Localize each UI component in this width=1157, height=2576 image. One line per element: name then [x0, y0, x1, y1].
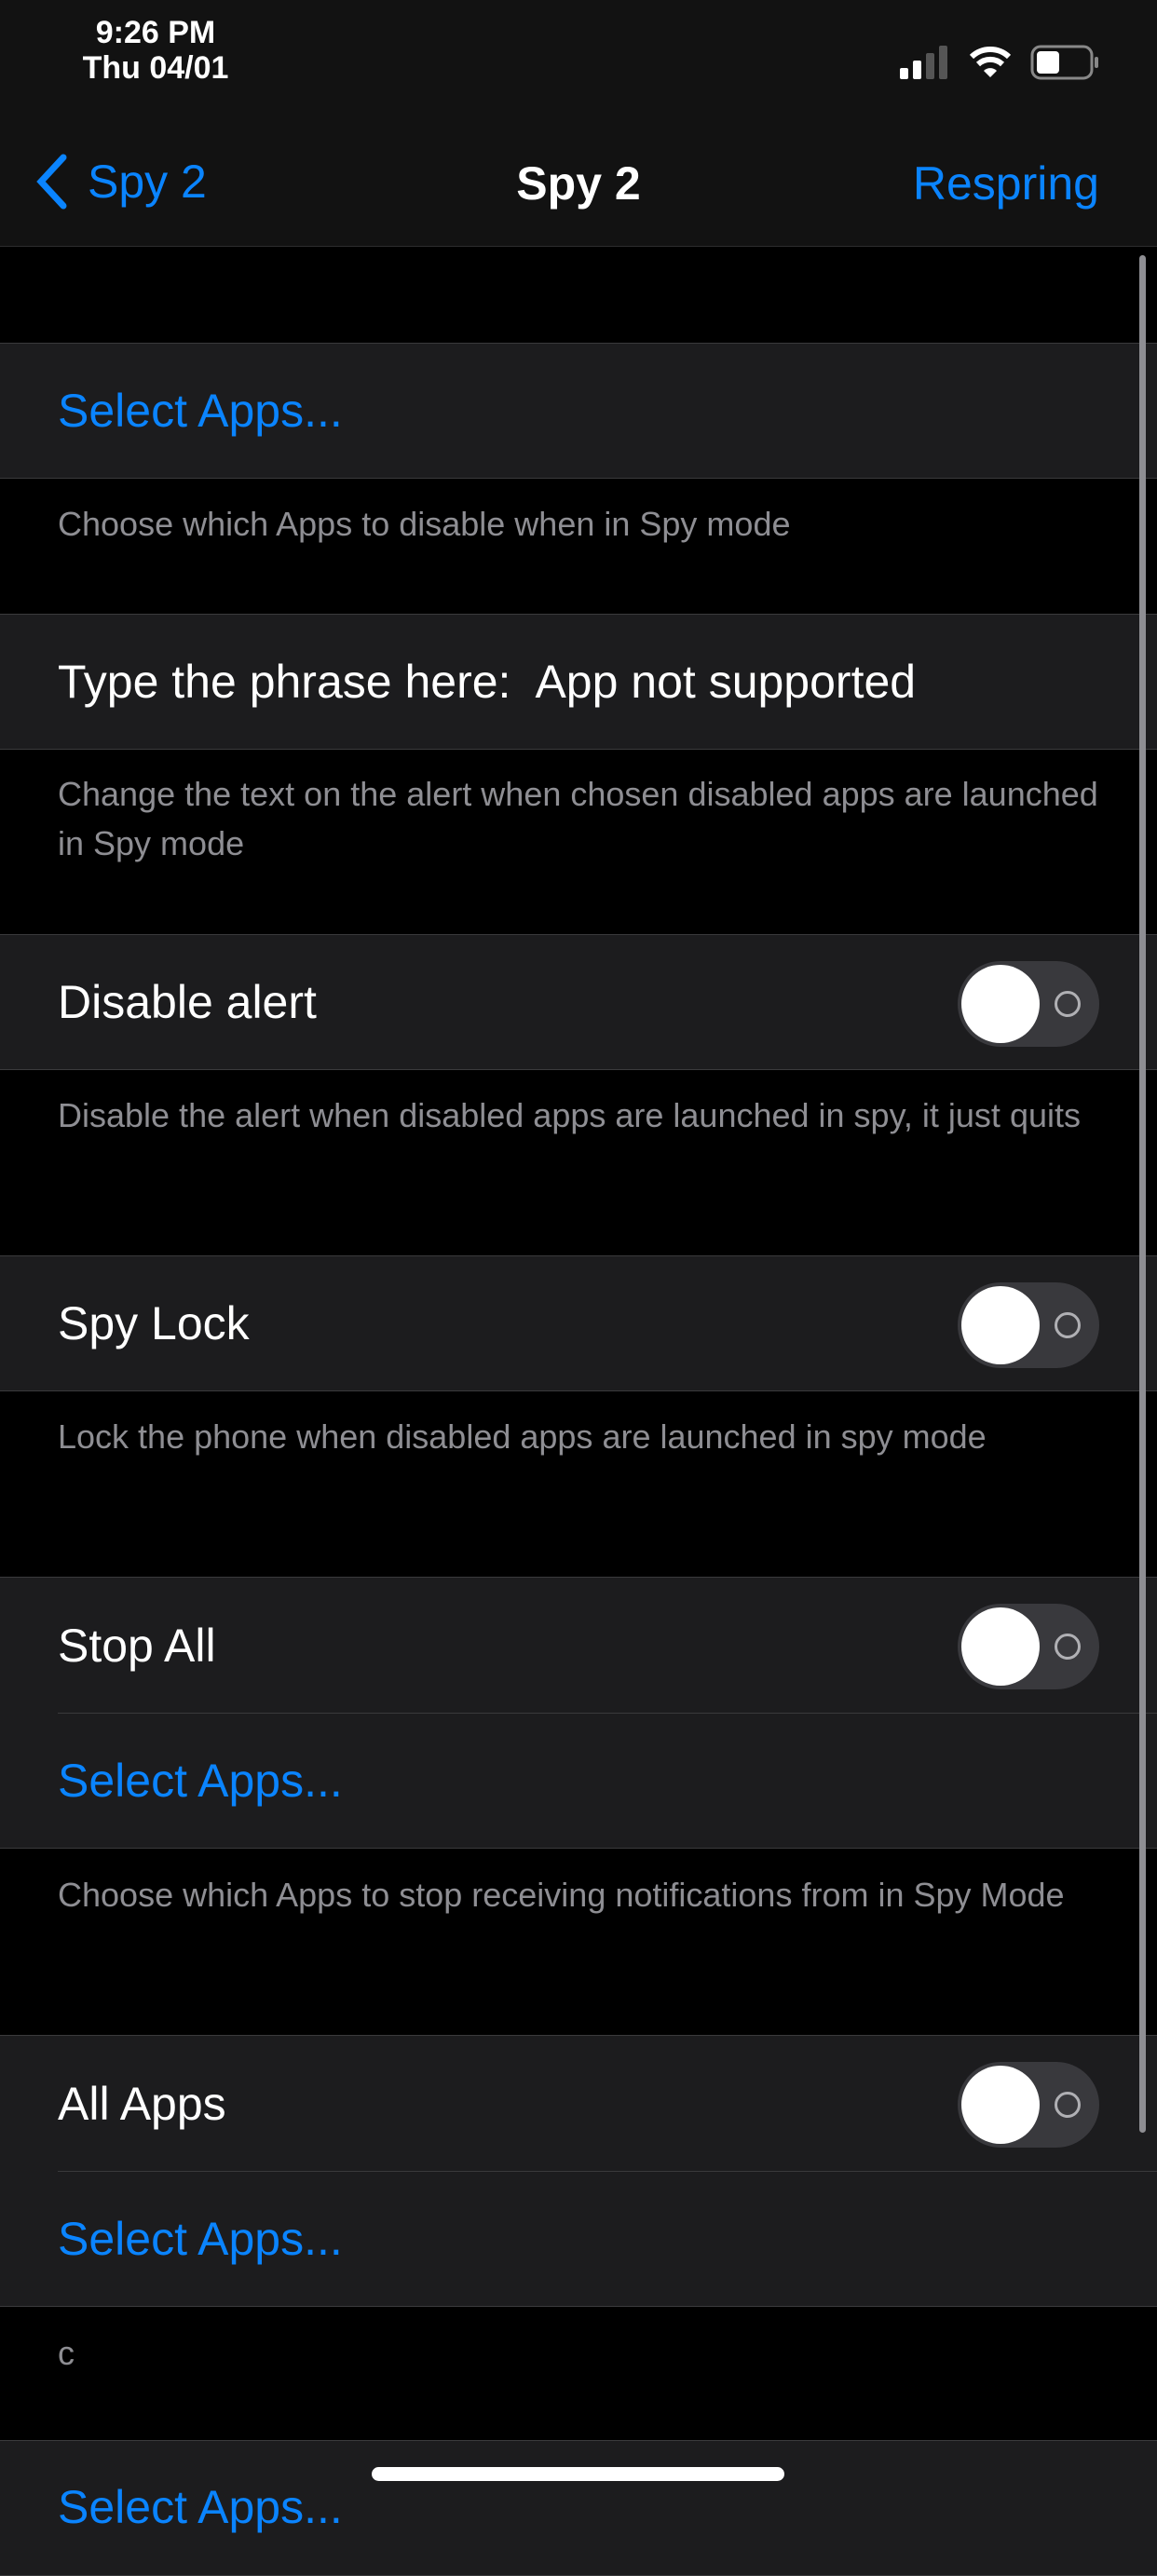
disable-alert-toggle[interactable]	[958, 961, 1099, 1047]
status-clock: 9:26 PM Thu 04/01	[58, 15, 253, 86]
row-divider	[58, 1713, 1157, 1714]
nav-divider	[0, 246, 1157, 247]
scrollbar[interactable]	[1139, 255, 1146, 2133]
respring-button[interactable]: Respring	[913, 156, 1099, 210]
section-footer: Disable the alert when disabled apps are…	[58, 1096, 1081, 1134]
battery-icon	[1030, 45, 1098, 80]
section-footer: Change the text on the alert when chosen…	[58, 775, 1098, 862]
cell-label: Spy Lock	[58, 1297, 250, 1349]
disable-alert-row: Disable alert	[0, 934, 1157, 1070]
signal-icon	[900, 46, 947, 79]
cell-label: Select Apps...	[58, 385, 343, 437]
phrase-field-row[interactable]: Type the phrase here: App not supported	[0, 614, 1157, 750]
cell-label: Disable alert	[58, 976, 317, 1028]
status-icons	[898, 45, 1101, 80]
all-apps-row: All Apps	[0, 2035, 1157, 2171]
cell-label: Select Apps...	[58, 2212, 343, 2265]
section-footer: Choose which Apps to stop receiving noti…	[58, 1876, 1065, 1914]
section-footer: c	[58, 2334, 75, 2372]
spy-lock-toggle[interactable]	[958, 1282, 1099, 1368]
wifi-icon	[969, 47, 1012, 77]
spy-lock-row: Spy Lock	[0, 1255, 1157, 1391]
phrase-input[interactable]: App not supported	[535, 655, 916, 709]
section-footer: Lock the phone when disabled apps are la…	[58, 1417, 987, 1456]
all-apps-toggle[interactable]	[958, 2062, 1099, 2148]
phrase-label: Type the phrase here:	[58, 656, 511, 708]
home-indicator[interactable]	[372, 2467, 784, 2481]
stop-all-toggle[interactable]	[958, 1604, 1099, 1689]
status-date: Thu 04/01	[82, 50, 229, 86]
stop-all-row: Stop All	[0, 1577, 1157, 1713]
section-footer: Choose which Apps to disable when in Spy…	[58, 505, 791, 543]
status-time: 9:26 PM	[95, 15, 216, 50]
cell-label: All Apps	[58, 2077, 226, 2130]
cell-label: Select Apps...	[58, 2481, 343, 2533]
select-apps-all-button[interactable]: Select Apps...	[0, 2171, 1157, 2307]
cell-label: Select Apps...	[58, 1754, 343, 1807]
row-divider	[58, 2171, 1157, 2172]
select-apps-disable-button[interactable]: Select Apps...	[0, 343, 1157, 479]
header: 9:26 PM Thu 04/01 Spy 2 Spy 2 Respring	[0, 0, 1157, 247]
select-apps-notifications-button[interactable]: Select Apps...	[0, 1713, 1157, 1849]
cell-label: Stop All	[58, 1619, 216, 1672]
select-apps-button[interactable]: Select Apps...	[0, 2440, 1157, 2576]
